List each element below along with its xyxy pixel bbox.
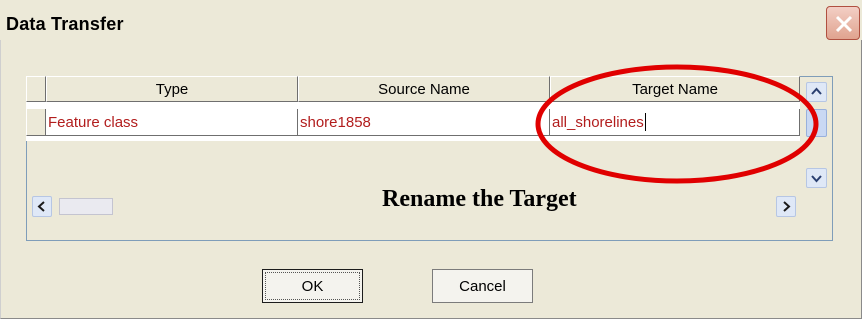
- cell-source-name[interactable]: shore1858: [298, 109, 550, 136]
- title-bar: Data Transfer: [0, 0, 862, 40]
- data-transfer-dialog: Data Transfer Type Source Name Target Na…: [0, 0, 862, 319]
- horizontal-scroll-thumb[interactable]: [59, 198, 113, 215]
- annotation-label: Rename the Target: [382, 186, 577, 212]
- chevron-left-icon: [37, 201, 45, 212]
- window-title: Data Transfer: [6, 14, 124, 34]
- column-header-source-name[interactable]: Source Name: [298, 76, 550, 102]
- row-selector-header: [26, 76, 46, 102]
- scroll-left-button[interactable]: [32, 196, 52, 217]
- column-header-type[interactable]: Type: [46, 76, 298, 102]
- cell-type[interactable]: Feature class: [46, 109, 298, 136]
- focus-indicator: [265, 272, 360, 300]
- highlight-ellipse: [535, 64, 819, 184]
- ok-button[interactable]: OK: [262, 269, 363, 303]
- cancel-button-label: Cancel: [459, 277, 506, 295]
- scroll-right-button[interactable]: [776, 196, 796, 217]
- close-icon: [835, 15, 853, 33]
- chevron-right-icon: [783, 201, 791, 212]
- cancel-button[interactable]: Cancel: [432, 269, 533, 303]
- close-button[interactable]: [826, 6, 860, 40]
- row-selector[interactable]: [26, 109, 46, 136]
